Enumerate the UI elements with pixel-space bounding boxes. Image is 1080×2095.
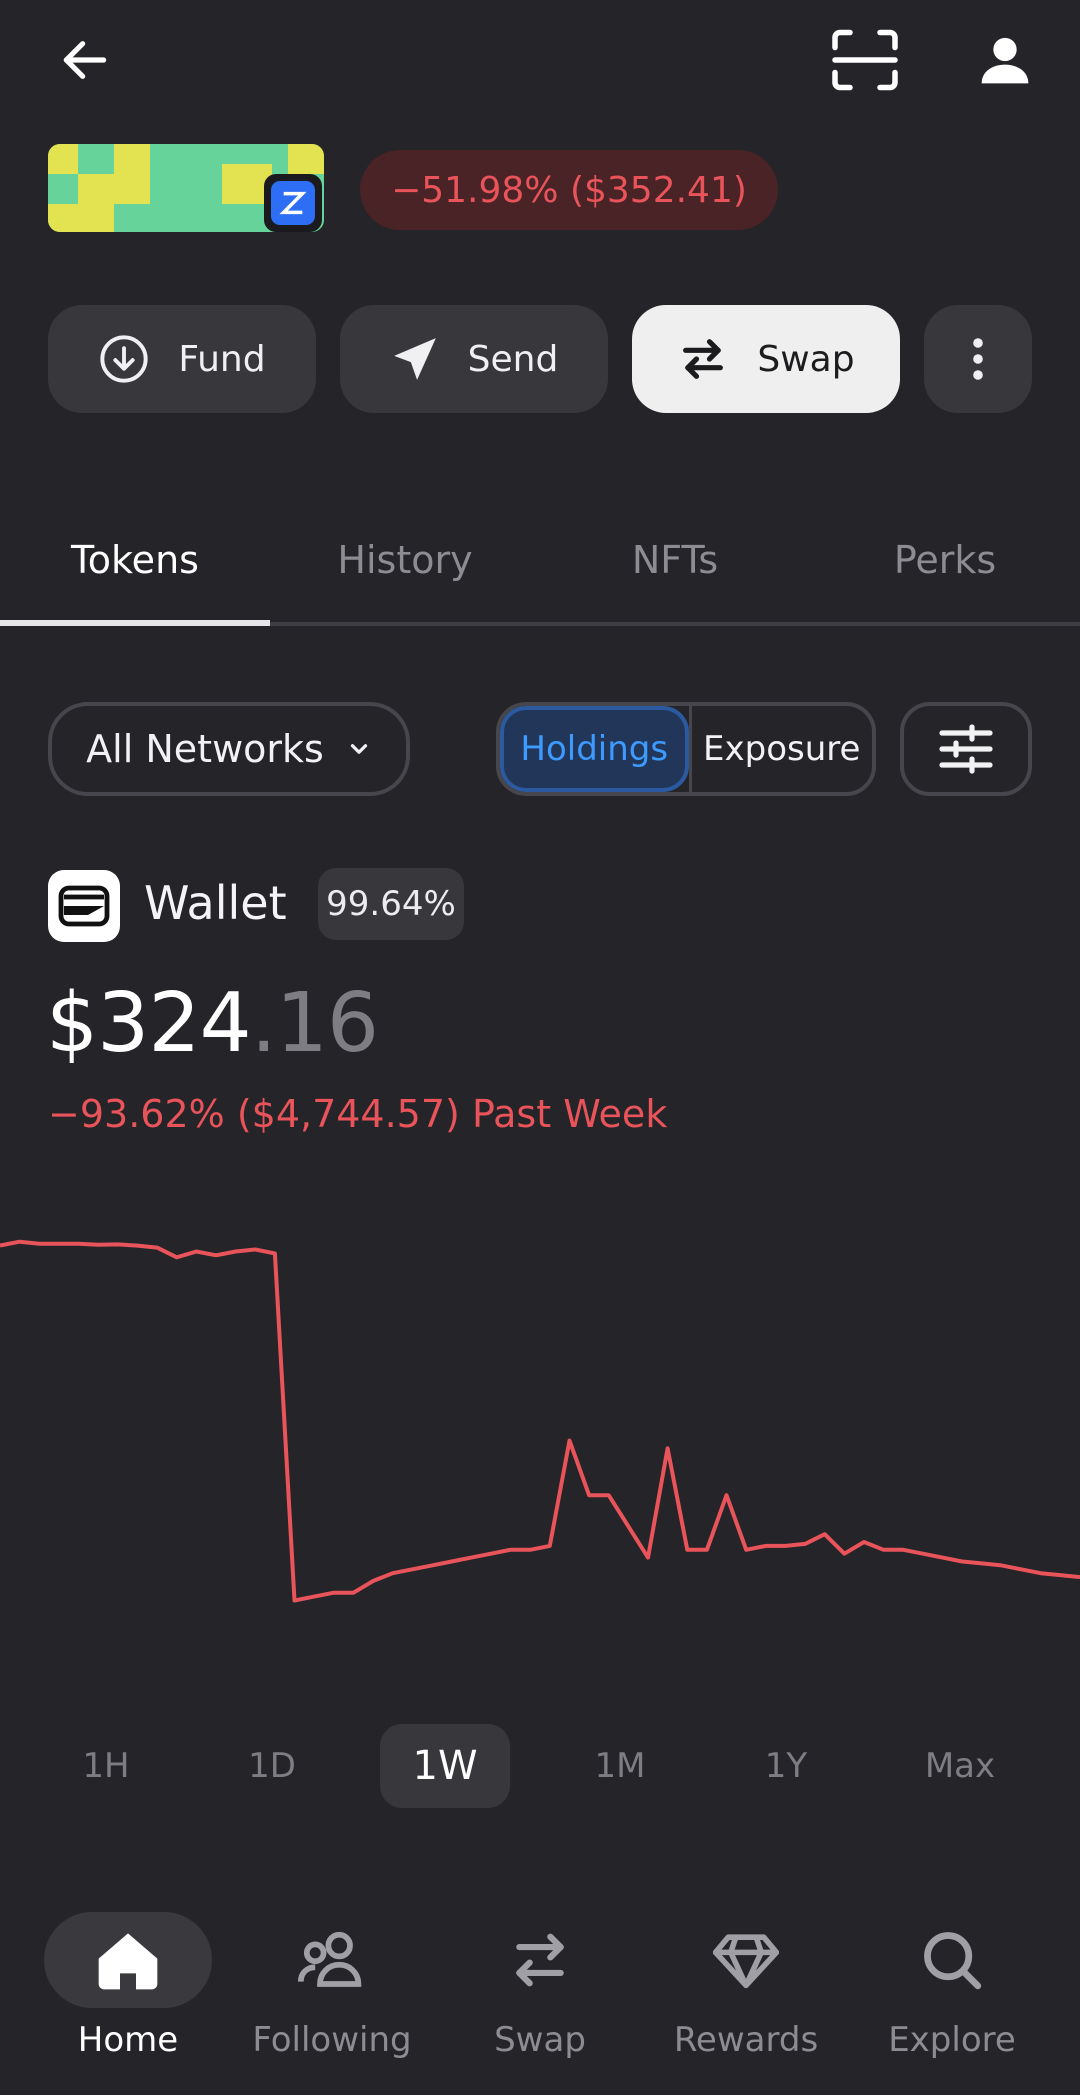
chevron-down-icon — [350, 744, 367, 754]
nav-swap[interactable]: Swap — [440, 1912, 640, 2082]
network-dropdown-label: All Networks — [86, 727, 324, 771]
home-icon — [98, 1933, 158, 1990]
range-1m[interactable]: 1M — [570, 1724, 670, 1808]
nav-rewards-label: Rewards — [673, 2020, 819, 2060]
arrow-left-icon — [63, 41, 107, 79]
range-1w[interactable]: 1W — [380, 1724, 510, 1808]
send-arrow-icon — [393, 338, 436, 380]
nav-explore[interactable]: Explore — [852, 1912, 1052, 2082]
tab-nfts[interactable]: NFTs — [540, 520, 810, 600]
balance-whole: $324 — [46, 976, 252, 1071]
range-1y[interactable]: 1Y — [736, 1724, 836, 1808]
tab-active-indicator — [0, 620, 270, 626]
chart-series-line — [0, 1239, 1080, 1603]
range-1h[interactable]: 1H — [56, 1724, 156, 1808]
balance-cents: .16 — [250, 976, 379, 1071]
filter-settings-button[interactable] — [900, 702, 1032, 796]
wallet-balance: $324.16 — [46, 976, 379, 1071]
nav-explore-label: Explore — [888, 2020, 1016, 2060]
range-max[interactable]: Max — [900, 1724, 1020, 1808]
tab-perks[interactable]: Perks — [810, 520, 1080, 600]
scan-icon — [832, 29, 898, 91]
person-icon — [981, 37, 1029, 84]
swap-button[interactable]: Swap — [632, 305, 900, 413]
more-button[interactable] — [924, 305, 1032, 413]
fund-label: Fund — [178, 338, 266, 380]
download-circle-icon — [100, 335, 148, 383]
send-label: Send — [467, 338, 559, 380]
nav-home-label: Home — [77, 2020, 179, 2060]
swap-label: Swap — [757, 338, 855, 380]
nav-swap-label: Swap — [494, 2020, 586, 2060]
search-icon — [924, 1932, 982, 1990]
profile-button[interactable] — [960, 20, 1050, 100]
tab-history[interactable]: History — [270, 520, 540, 600]
week-change-text: −93.62% ($4,744.57) Past Week — [48, 1092, 668, 1136]
back-button[interactable] — [40, 20, 130, 100]
wallet-name: Wallet — [144, 876, 287, 930]
sliders-icon — [939, 724, 993, 774]
tab-tokens[interactable]: Tokens — [0, 520, 270, 600]
wallet-percent-badge: 99.64% — [318, 868, 464, 940]
holdings-exposure-toggle: Holdings Exposure — [496, 702, 876, 796]
send-button[interactable]: Send — [340, 305, 608, 413]
total-change-pill: −51.98% ($352.41) — [360, 150, 778, 230]
following-icon — [297, 1931, 362, 1987]
diamond-icon — [713, 1934, 779, 1989]
zora-logo-icon — [279, 191, 307, 215]
swap-arrows-icon — [683, 339, 724, 379]
nav-home[interactable]: Home — [28, 1912, 228, 2082]
more-vertical-icon — [973, 338, 983, 380]
fund-button[interactable]: Fund — [48, 305, 316, 413]
swap-icon — [516, 1933, 564, 1987]
holdings-toggle[interactable]: Holdings — [500, 706, 689, 792]
nav-following-label: Following — [252, 2020, 412, 2060]
wallet-icon — [48, 870, 120, 942]
nav-rewards[interactable]: Rewards — [646, 1912, 846, 2082]
nav-following[interactable]: Following — [232, 1912, 432, 2082]
scan-button[interactable] — [820, 20, 910, 100]
network-dropdown[interactable]: All Networks — [48, 702, 410, 796]
network-badge — [264, 174, 322, 232]
exposure-toggle[interactable]: Exposure — [692, 706, 873, 792]
range-1d[interactable]: 1D — [222, 1724, 322, 1808]
balance-chart[interactable] — [0, 1180, 1080, 1650]
